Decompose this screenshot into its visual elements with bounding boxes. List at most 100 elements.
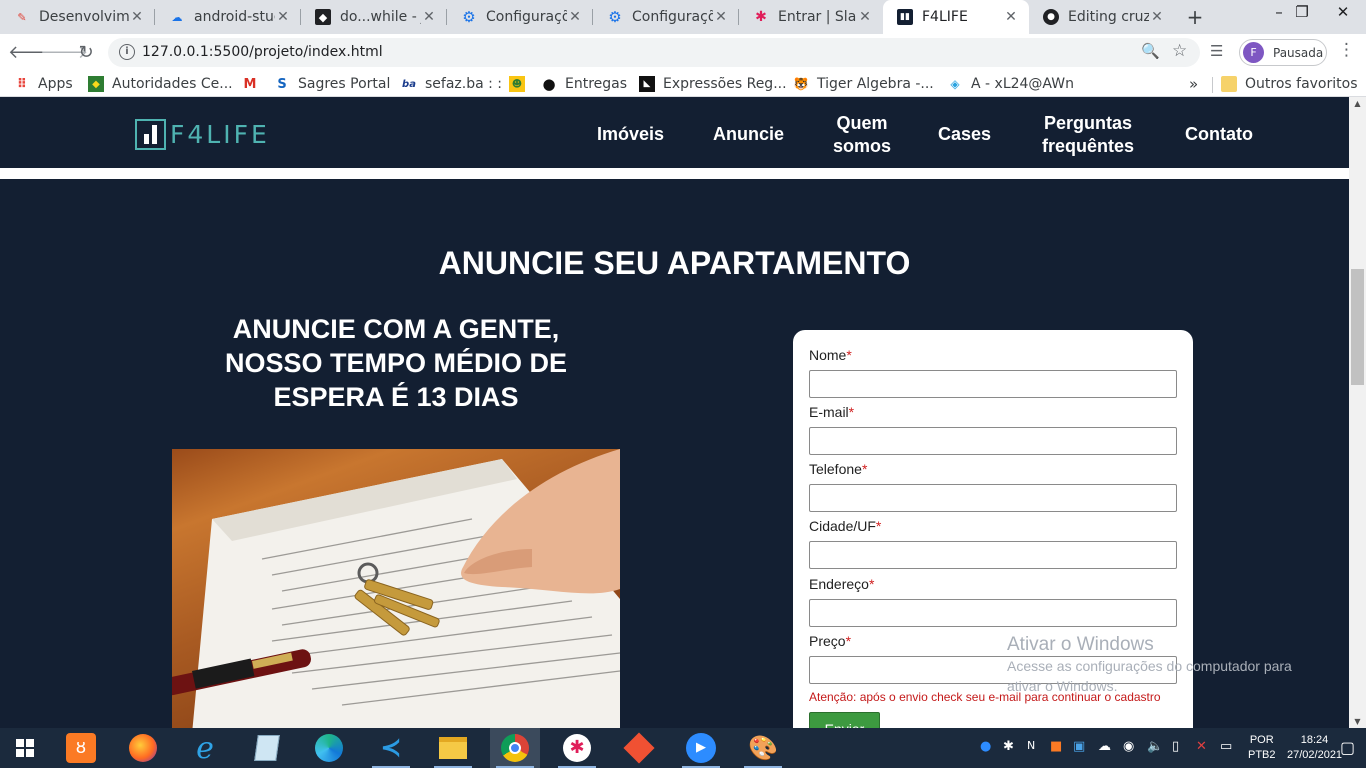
battery-icon[interactable]: ▯ <box>1172 739 1179 754</box>
network-tray-icon[interactable]: ▣ <box>1073 739 1085 754</box>
notification-icon[interactable]: ▢ <box>1340 738 1355 757</box>
tab-f4life[interactable]: ▮▮ F4LIFE ✕ <box>883 0 1029 34</box>
tab-slack[interactable]: ✱ Entrar | Slac ✕ <box>739 0 883 34</box>
page-scrollbar[interactable]: ▲ ▼ <box>1349 97 1366 728</box>
git-icon[interactable] <box>614 728 664 768</box>
tab-do-while[interactable]: ◆ do...while - J ✕ <box>301 0 447 34</box>
bookmark-contact-card[interactable]: ☻ <box>509 74 533 94</box>
nav-perguntas-frequentes[interactable]: Perguntas frequêntes <box>1034 112 1142 158</box>
bookmark-label: Outros favoritos <box>1245 76 1358 92</box>
volume-icon[interactable]: 🔈 <box>1147 739 1163 754</box>
name-field[interactable] <box>809 370 1177 398</box>
more-bookmarks-button[interactable]: » <box>1189 75 1198 93</box>
bookmark-autoridades[interactable]: ◆ Autoridades Ce... <box>88 74 233 94</box>
internet-explorer-icon[interactable]: e <box>180 728 230 768</box>
email-field[interactable] <box>809 427 1177 455</box>
slack-app-icon[interactable]: ✱ <box>552 728 602 768</box>
chrome-icon[interactable] <box>490 728 540 768</box>
gear-icon: ⚙ <box>608 8 622 26</box>
activation-title: Ativar o Windows <box>1007 634 1154 655</box>
flag-icon: ◆ <box>88 76 104 92</box>
cloud-icon: ☁ <box>171 10 183 24</box>
file-explorer-icon[interactable] <box>428 728 478 768</box>
maximize-button[interactable]: ❐ <box>1279 0 1325 30</box>
scroll-thumb[interactable] <box>1351 269 1364 385</box>
paint-icon[interactable]: 🎨 <box>738 728 788 768</box>
scroll-down-icon[interactable]: ▼ <box>1349 717 1366 726</box>
notepad-icon[interactable] <box>242 728 292 768</box>
bookmark-xl24[interactable]: ◈ A - xL24@AWn <box>947 74 1074 94</box>
site-info-icon[interactable]: i <box>119 44 135 60</box>
zoom-tray-icon[interactable]: ● <box>980 739 991 754</box>
close-tab-icon[interactable]: ✕ <box>1003 9 1019 25</box>
phone-field[interactable] <box>809 484 1177 512</box>
nav-quem-somos[interactable]: Quem somos <box>829 112 895 158</box>
monitor-icon[interactable]: ▭ <box>1220 739 1232 754</box>
close-tab-icon[interactable]: ✕ <box>857 9 873 25</box>
code-icon: ◣ <box>639 76 655 92</box>
address-bar[interactable]: i 127.0.0.1:5500/projeto/index.html 🔍 ☆ <box>108 38 1200 67</box>
tray-app-icon[interactable]: N <box>1027 739 1035 752</box>
tab-android-studio[interactable]: ☁ android-stuc ✕ <box>155 0 301 34</box>
nav-contato[interactable]: Contato <box>1185 123 1253 146</box>
new-tab-button[interactable]: + <box>1184 4 1206 30</box>
bookmark-other-favorites[interactable]: Outros favoritos <box>1221 74 1358 94</box>
security-tray-icon[interactable]: ◉ <box>1123 739 1134 754</box>
bookmark-sagres[interactable]: S Sagres Portal <box>274 74 390 94</box>
tab-desenvolvim[interactable]: ✎ Desenvolvim ✕ <box>0 0 155 34</box>
contract-keys-photo <box>172 449 620 728</box>
menu-dots-icon[interactable]: ⋮ <box>1338 40 1355 60</box>
nav-imoveis[interactable]: Imóveis <box>597 123 664 146</box>
edge-icon[interactable] <box>304 728 354 768</box>
back-button[interactable]: 🡐 <box>8 40 56 66</box>
close-window-button[interactable]: ✕ <box>1320 0 1366 30</box>
reading-list-icon[interactable]: ☰ <box>1210 42 1223 60</box>
tab-title: Entrar | Slac <box>778 9 857 25</box>
close-tab-icon[interactable]: ✕ <box>129 9 145 25</box>
url-text[interactable]: 127.0.0.1:5500/projeto/index.html <box>142 44 383 60</box>
folder-icon <box>1221 76 1237 92</box>
slack-tray-icon[interactable]: ✱ <box>1003 739 1014 754</box>
close-tab-icon[interactable]: ✕ <box>567 9 583 25</box>
vscode-icon[interactable]: ≺ <box>366 728 416 768</box>
scroll-up-icon[interactable]: ▲ <box>1349 99 1366 108</box>
site-logo[interactable]: F4LIFE <box>135 119 270 150</box>
city-state-field[interactable] <box>809 541 1177 569</box>
tab-title: do...while - J <box>340 9 421 25</box>
close-tab-icon[interactable]: ✕ <box>1149 9 1165 25</box>
address-field[interactable] <box>809 599 1177 627</box>
xampp-tray-icon[interactable]: ■ <box>1050 739 1062 754</box>
zoom-icon[interactable]: 🔍 <box>1141 42 1160 60</box>
nav-line: Quem <box>836 113 888 133</box>
system-clock[interactable]: 18:24 27/02/2021 <box>1287 733 1342 763</box>
close-tab-icon[interactable]: ✕ <box>421 9 437 25</box>
network-off-icon[interactable]: ✕ <box>1196 739 1207 754</box>
tab-configuracoes-1[interactable]: ⚙ Configuraçõ ✕ <box>447 0 593 34</box>
submit-button[interactable]: Enviar <box>809 712 880 728</box>
bookmark-label: sefaz.ba : : <box>425 76 503 92</box>
activation-text: Acesse as configurações do computador pa… <box>1007 658 1292 694</box>
language-indicator[interactable]: POR PTB2 <box>1248 733 1276 763</box>
bookmark-tiger-algebra[interactable]: 🐯 Tiger Algebra -... <box>793 74 934 94</box>
profile-button[interactable]: F Pausada <box>1239 39 1327 66</box>
clock-time: 18:24 <box>1300 734 1329 746</box>
cloud-tray-icon[interactable]: ☁ <box>1098 739 1111 754</box>
close-tab-icon[interactable]: ✕ <box>713 9 729 25</box>
bookmark-apps[interactable]: ⠿ Apps <box>14 74 73 94</box>
bookmark-star-icon[interactable]: ☆ <box>1172 41 1187 61</box>
nav-anuncie[interactable]: Anuncie <box>713 123 784 146</box>
bookmark-expressoes[interactable]: ◣ Expressões Reg... <box>639 74 787 94</box>
zoom-app-icon[interactable]: ▶ <box>676 728 726 768</box>
tab-configuracoes-2[interactable]: ⚙ Configuraçõ ✕ <box>593 0 739 34</box>
reload-button[interactable]: ↻ <box>73 40 99 66</box>
close-tab-icon[interactable]: ✕ <box>275 9 291 25</box>
forward-button[interactable]: 🡒 <box>40 40 88 66</box>
bookmark-sefaz[interactable]: ba sefaz.ba : : <box>401 74 502 94</box>
bookmark-entregas[interactable]: ● Entregas <box>541 74 627 94</box>
bookmark-gmail[interactable]: M <box>242 74 266 94</box>
start-button[interactable] <box>0 728 50 768</box>
tab-editing-cruz[interactable]: ● Editing cruz ✕ <box>1029 0 1175 34</box>
xampp-icon[interactable]: ȣ <box>56 728 106 768</box>
firefox-icon[interactable] <box>118 728 168 768</box>
nav-cases[interactable]: Cases <box>938 123 991 146</box>
